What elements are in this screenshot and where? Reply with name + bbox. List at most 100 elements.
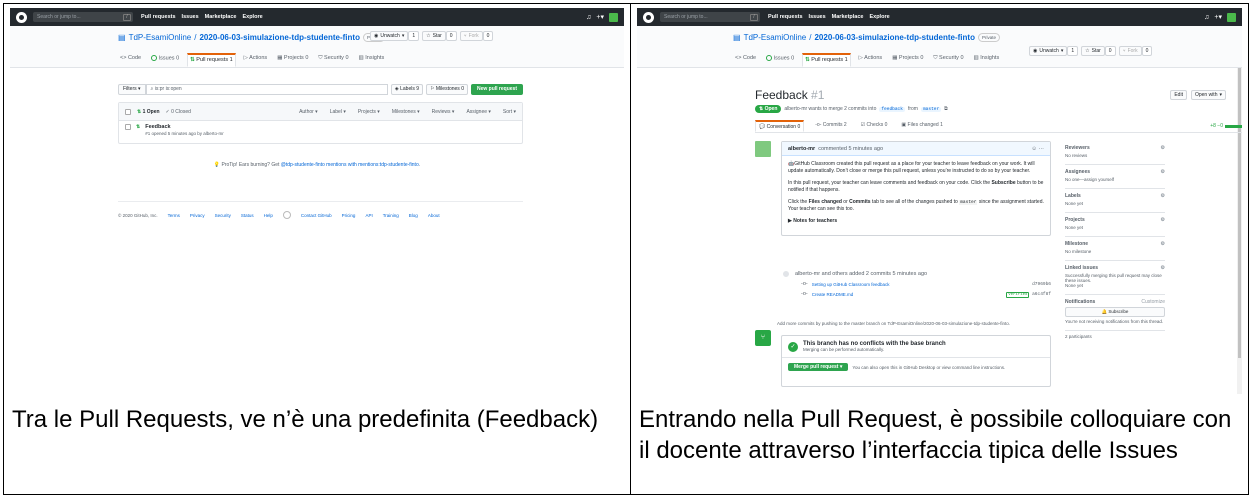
customize-link[interactable]: Customize <box>1141 299 1165 305</box>
scrollbar[interactable] <box>1237 26 1242 394</box>
row-checkbox[interactable] <box>125 124 131 130</box>
commit-row[interactable]: -o- Setting up GitHub Classroom feedback… <box>781 279 1051 289</box>
gear-icon[interactable]: ⚙ <box>1161 193 1165 199</box>
footer-link[interactable]: Training <box>383 213 399 218</box>
tab-commits[interactable]: -o- Commits 2 <box>812 120 849 132</box>
tab-projects[interactable]: ▦ Projects 0 <box>890 53 925 67</box>
avatar[interactable] <box>1227 12 1236 22</box>
notes-details-toggle[interactable]: ▶ Notes for teachers <box>788 218 1044 225</box>
star-button[interactable]: ☆ Star <box>422 31 446 41</box>
footer-link[interactable]: Pricing <box>342 213 356 218</box>
tab-issues[interactable]: Issues 0 <box>764 53 796 67</box>
avatar[interactable] <box>755 141 771 157</box>
merge-pull-request-button[interactable]: Merge pull request ▾ <box>788 363 849 371</box>
list-item[interactable]: ⇅ Feedback #1 opened 5 minutes ago by al… <box>119 121 522 143</box>
commit-message[interactable]: Setting up GitHub Classroom feedback <box>812 282 890 287</box>
tab-actions[interactable]: ▷ Actions <box>242 53 270 67</box>
tab-conversation[interactable]: 💬 Conversation 0 <box>755 120 805 132</box>
nav-pull-requests[interactable]: Pull requests <box>768 14 803 20</box>
footer-link[interactable]: Security <box>215 213 231 218</box>
author-dropdown[interactable]: Author ▾ <box>299 109 318 115</box>
nav-issues[interactable]: Issues <box>809 14 826 20</box>
labels-button[interactable]: ◈ Labels 9 <box>390 84 424 95</box>
filter-search-input[interactable]: ⌕ is:pr is:open <box>145 84 388 95</box>
watch-button[interactable]: ◉ Unwatch ▾ <box>1029 46 1068 56</box>
copy-icon[interactable]: ⧉ <box>944 106 948 112</box>
plus-icon[interactable]: +▾ <box>1214 13 1222 21</box>
base-branch[interactable]: feedback <box>879 106 905 112</box>
pr-title-link[interactable]: Feedback <box>145 124 224 130</box>
star-button[interactable]: ☆ Star <box>1081 46 1105 56</box>
gear-icon[interactable]: ⚙ <box>1161 241 1165 247</box>
fork-count[interactable]: 0 <box>482 31 494 41</box>
sidebar-linked-issues[interactable]: Linked issues ⚙ Successfully merging this… <box>1065 261 1165 295</box>
search-input[interactable]: Search or jump to... <box>33 12 133 22</box>
repo-name-link[interactable]: 2020-06-03-simulazione-tdp-studente-fint… <box>199 33 359 42</box>
commit-message[interactable]: Create README.md <box>812 292 854 297</box>
repo-owner-link[interactable]: TdP-EsamiOnline <box>129 33 192 42</box>
gear-icon[interactable]: ⚙ <box>1161 217 1165 223</box>
footer-link[interactable]: Privacy <box>190 213 205 218</box>
sidebar-labels[interactable]: Labels ⚙ None yet <box>1065 189 1165 213</box>
footer-link[interactable]: Blog <box>409 213 418 218</box>
milestones-dropdown[interactable]: Milestones ▾ <box>392 109 420 115</box>
bell-icon[interactable]: ♫ <box>1204 14 1209 21</box>
tab-projects[interactable]: ▦ Projects 0 <box>275 53 310 67</box>
gear-icon[interactable]: ⚙ <box>1161 145 1165 151</box>
comment-menu-icon[interactable]: ☺ ··· <box>1031 146 1044 152</box>
commit-sha[interactable]: a6c4f8f <box>1032 292 1051 297</box>
fork-count[interactable]: 0 <box>1141 46 1153 56</box>
open-filter[interactable]: ⇅ 1 Open <box>137 109 160 115</box>
sort-dropdown[interactable]: Sort ▾ <box>503 109 516 115</box>
tab-checks[interactable]: ☑ Checks 0 <box>858 120 891 132</box>
tab-issues[interactable]: Issues 0 <box>149 53 181 67</box>
watch-count[interactable]: 1 <box>1067 46 1079 56</box>
nav-pull-requests[interactable]: Pull requests <box>141 14 176 20</box>
tab-security[interactable]: ⛉ Security 0 <box>316 53 350 67</box>
tab-actions[interactable]: ▷ Actions <box>857 53 885 67</box>
head-branch[interactable]: master <box>920 106 942 112</box>
new-pull-request-button[interactable]: New pull request <box>470 84 523 95</box>
footer-link[interactable]: Help <box>264 213 273 218</box>
projects-dropdown[interactable]: Projects ▾ <box>358 109 380 115</box>
gear-icon[interactable]: ⚙ <box>1161 169 1165 175</box>
octocat-icon[interactable] <box>282 211 291 219</box>
star-count[interactable]: 0 <box>445 31 457 41</box>
watch-count[interactable]: 1 <box>408 31 420 41</box>
protip-link[interactable]: @tdp-studente-finto mentions with mentio… <box>281 162 419 168</box>
search-input[interactable]: Search or jump to... <box>660 12 760 22</box>
milestones-button[interactable]: ⚐ Milestones 0 <box>426 84 468 95</box>
footer-link[interactable]: About <box>428 213 440 218</box>
edit-button[interactable]: Edit <box>1170 90 1187 100</box>
assignee-dropdown[interactable]: Assignee ▾ <box>466 109 490 115</box>
github-logo-icon[interactable] <box>643 11 654 23</box>
star-count[interactable]: 0 <box>1104 46 1116 56</box>
select-all-checkbox[interactable] <box>125 108 131 115</box>
verified-badge[interactable]: Verified <box>1006 291 1030 298</box>
label-dropdown[interactable]: Label ▾ <box>330 109 346 115</box>
sidebar-milestone[interactable]: Milestone ⚙ No milestone <box>1065 237 1165 261</box>
footer-link[interactable]: Contact GitHub <box>301 213 332 218</box>
footer-link[interactable]: Terms <box>168 213 180 218</box>
reviews-dropdown[interactable]: Reviews ▾ <box>432 109 455 115</box>
repo-name-link[interactable]: 2020-06-03-simulazione-tdp-studente-fint… <box>814 33 974 42</box>
subscribe-button[interactable]: 🔔 Subscribe <box>1065 307 1165 317</box>
open-with-button[interactable]: Open with ▾ <box>1190 90 1226 100</box>
sidebar-projects[interactable]: Projects ⚙ None yet <box>1065 213 1165 237</box>
footer-link[interactable]: API <box>365 213 372 218</box>
gear-icon[interactable]: ⚙ <box>1161 265 1165 271</box>
tab-pull-requests[interactable]: ⇅ Pull requests 1 <box>802 53 851 67</box>
tab-insights[interactable]: ▥ Insights <box>972 53 1002 67</box>
footer-link[interactable]: Status <box>241 213 254 218</box>
tab-insights[interactable]: ▥ Insights <box>357 53 387 67</box>
tab-files-changed[interactable]: ▣ Files changed 1 <box>898 120 945 132</box>
sidebar-reviewers[interactable]: Reviewers ⚙ No reviews <box>1065 141 1165 165</box>
sidebar-assignees[interactable]: Assignees ⚙ No one—assign yourself <box>1065 165 1165 189</box>
nav-explore[interactable]: Explore <box>869 14 889 20</box>
avatar[interactable] <box>609 12 618 22</box>
github-logo-icon[interactable] <box>16 11 27 23</box>
nav-issues[interactable]: Issues <box>182 14 199 20</box>
fork-button[interactable]: ⑂ Fork <box>1118 46 1142 56</box>
comment-author[interactable]: alberto-mr <box>788 146 815 152</box>
tab-code[interactable]: <> Code <box>733 53 758 67</box>
